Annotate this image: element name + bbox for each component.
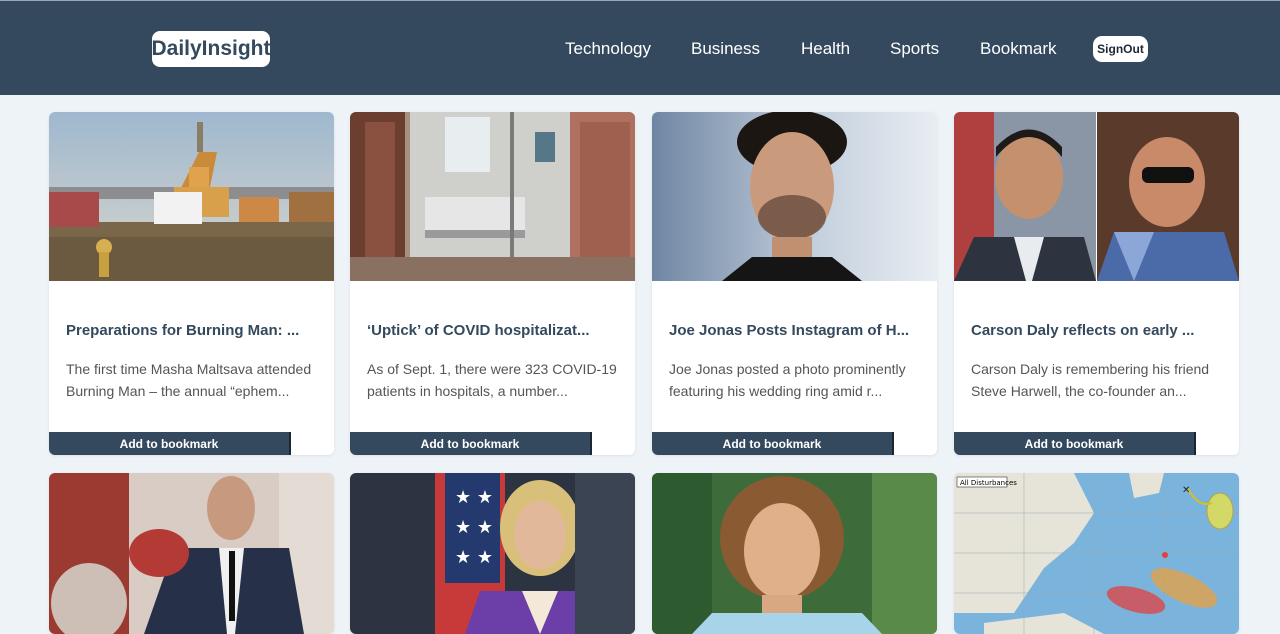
nav-bookmark[interactable]: Bookmark <box>980 39 1057 59</box>
nav-technology[interactable]: Technology <box>565 39 651 59</box>
card-description: The first time Masha Maltsava attended B… <box>66 358 321 402</box>
svg-text:✕: ✕ <box>1182 485 1190 496</box>
card-title[interactable]: Carson Daly reflects on early ... <box>971 322 1226 339</box>
site-logo[interactable]: DailyInsight <box>151 31 271 67</box>
news-card[interactable]: Preparations for Burning Man: ... The fi… <box>49 112 334 455</box>
add-to-bookmark-button[interactable]: Add to bookmark <box>350 432 592 455</box>
first-lady-flag-photo: ★ ★ ★ ★ ★ ★ <box>350 473 635 634</box>
card-description-line: Steve Harwell, the co-founder an... <box>971 383 1187 399</box>
card-description-line: Burning Man – the annual “ephem... <box>66 383 290 399</box>
card-description-line: Joe Jonas posted a photo prominently <box>669 361 906 377</box>
map-legend-label: All Disturbances <box>960 479 1017 487</box>
card-description: As of Sept. 1, there were 323 COVID-19 p… <box>367 358 622 402</box>
card-image[interactable] <box>954 112 1239 281</box>
news-card[interactable]: ‘Uptick’ of COVID hospitalizat... As of … <box>350 112 635 455</box>
burning-man-festival-photo <box>49 112 334 281</box>
signout-button[interactable]: SignOut <box>1093 36 1148 62</box>
news-card[interactable] <box>49 473 334 634</box>
card-image[interactable] <box>652 112 937 281</box>
nav-business[interactable]: Business <box>691 39 760 59</box>
card-description-line: Carson Daly is remembering his friend <box>971 361 1210 377</box>
add-to-bookmark-button[interactable]: Add to bookmark <box>49 432 291 455</box>
curly-haired-man-photo <box>652 473 937 634</box>
svg-text:★ ★: ★ ★ <box>455 487 493 508</box>
hospital-room-photo <box>350 112 635 281</box>
site-header: DailyInsight Technology Business Health … <box>0 1 1280 95</box>
nav-health[interactable]: Health <box>801 39 850 59</box>
card-title[interactable]: Joe Jonas Posts Instagram of H... <box>669 322 924 339</box>
news-card[interactable]: Joe Jonas Posts Instagram of H... Joe Jo… <box>652 112 937 455</box>
add-to-bookmark-button[interactable]: Add to bookmark <box>652 432 894 455</box>
card-description-line: featuring his wedding ring amid r... <box>669 383 883 399</box>
add-to-bookmark-button[interactable]: Add to bookmark <box>954 432 1196 455</box>
joe-jonas-portrait-photo <box>652 112 937 281</box>
nav-sports[interactable]: Sports <box>890 39 939 59</box>
news-card[interactable] <box>652 473 937 634</box>
card-title[interactable]: ‘Uptick’ of COVID hospitalizat... <box>367 322 622 339</box>
card-title[interactable]: Preparations for Burning Man: ... <box>66 322 321 339</box>
card-image[interactable] <box>350 112 635 281</box>
news-card[interactable]: ★ ★ ★ ★ ★ ★ <box>350 473 635 634</box>
hurricane-map-image: ✕ All Disturbances <box>954 473 1239 634</box>
card-description-line: The first time Masha Maltsava attended <box>66 361 312 377</box>
card-description-line: As of Sept. 1, there were 323 COVID-19 <box>367 361 617 377</box>
news-card[interactable]: ✕ All Disturbances <box>954 473 1239 634</box>
card-description: Joe Jonas posted a photo prominently fea… <box>669 358 924 402</box>
man-in-suit-photo <box>49 473 334 634</box>
card-description: Carson Daly is remembering his friend St… <box>971 358 1226 402</box>
svg-text:★ ★: ★ ★ <box>455 517 493 538</box>
svg-text:★ ★: ★ ★ <box>455 547 493 568</box>
card-description-line: patients in hospitals, a number... <box>367 383 568 399</box>
news-card[interactable]: Carson Daly reflects on early ... Carson… <box>954 112 1239 455</box>
card-image[interactable] <box>49 112 334 281</box>
carson-daly-and-friend-photo <box>954 112 1239 281</box>
